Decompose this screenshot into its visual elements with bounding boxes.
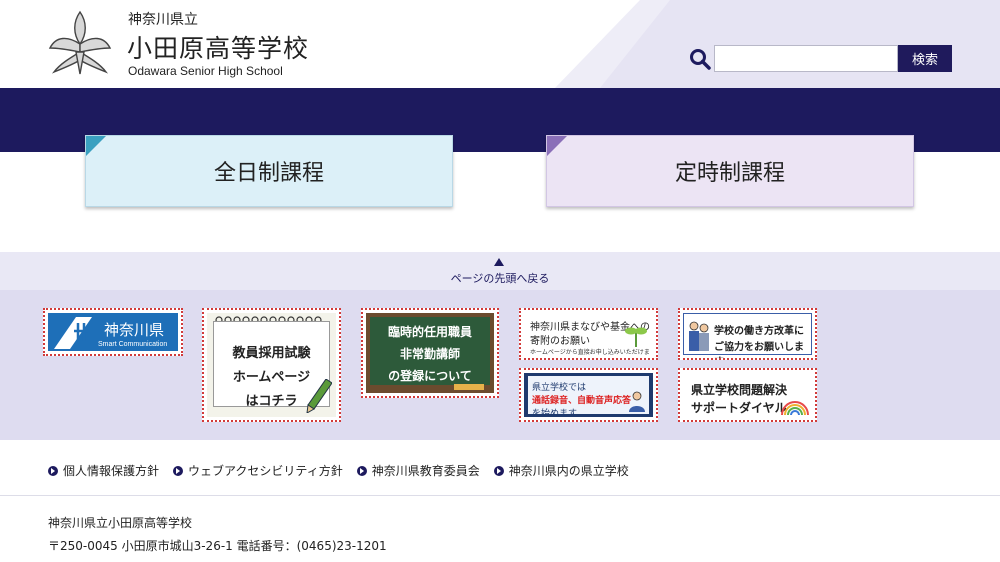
temporary-staff-banner[interactable]: 臨時的任用職員 非常勤講師 の登録について [361, 308, 499, 398]
bullet-arrow-icon [493, 465, 504, 476]
fund-line3: ホームページから直接お申し込みいただけます！ [530, 349, 650, 356]
support-line2: サポートダイヤル [691, 401, 787, 415]
board-of-education-link[interactable]: 神奈川県教育委員会 [356, 462, 480, 479]
work-line1: 学校の働き方改革に [714, 326, 804, 337]
support-dial-banner[interactable]: 県立学校問題解決 サポートダイヤル [678, 368, 817, 422]
sprout-icon [625, 327, 647, 347]
full-time-course-button[interactable]: 全日制課程 [85, 135, 453, 207]
banner-body: 神奈川県 Smart Communication [48, 313, 178, 351]
school-name[interactable]: 小田原高等学校 [127, 29, 309, 65]
chalk-line3: の登録について [388, 369, 472, 383]
footer-link-label: ウェブアクセシビリティ方針 [188, 464, 343, 478]
record-line2: 通話録音、自動音声応答 [532, 396, 632, 406]
corner-accent [86, 136, 106, 156]
call-recording-banner[interactable]: 県立学校では 通話録音、自動音声応答 を始めます [519, 368, 658, 422]
teachers-icon [689, 321, 709, 351]
teacher-banner-line1: 教員採用試験 [232, 346, 311, 361]
banner-body: 神奈川県まなびや基金への 寄附のお願い ホームページから直接お申し込みいただけま… [524, 313, 653, 356]
corner-accent [547, 136, 567, 156]
page-top-label: ページの先頭へ戻る [450, 272, 550, 285]
up-arrow-icon [494, 258, 504, 266]
page-top-link[interactable]: ページの先頭へ戻る [0, 252, 1000, 290]
banner-body: 臨時的任用職員 非常勤講師 の登録について [366, 313, 494, 393]
kanagawa-subtitle: Smart Communication [98, 341, 168, 348]
full-time-course-label: 全日制課程 [213, 161, 324, 186]
footer-link-label: 神奈川県教育委員会 [371, 464, 480, 478]
manabiya-fund-banner[interactable]: 神奈川県まなびや基金への 寄附のお願い ホームページから直接お申し込みいただけま… [519, 308, 658, 360]
search-icon [690, 49, 711, 70]
part-time-course-button[interactable]: 定時制課程 [546, 135, 914, 207]
bullet-arrow-icon [48, 465, 58, 476]
prefecture-label: 神奈川県立 [128, 12, 198, 28]
person-phone-icon [629, 391, 645, 412]
kanagawa-prefecture-banner[interactable]: 神奈川県 Smart Communication [43, 308, 183, 356]
bullet-arrow-icon [356, 465, 367, 476]
site-header: 神奈川県立 小田原高等学校 Odawara Senior High School… [0, 0, 1000, 88]
banner-body: 県立学校問題解決 サポートダイヤル [683, 373, 812, 417]
banner-panel: 県立学校では 通話録音、自動音声応答 を始めます [528, 376, 649, 419]
search-button[interactable]: 検索 [898, 45, 952, 72]
school-name-english: Odawara Senior High School [128, 64, 283, 78]
footer-divider [0, 495, 1000, 496]
banner-body: 学校の働き方改革に ご協力をお願いします [683, 313, 812, 358]
kanagawa-logo-icon [54, 317, 92, 349]
footer-links: 個人情報保護方針 ウェブアクセシビリティ方針 神奈川県教育委員会 神奈川県内の県… [48, 462, 643, 479]
prefectural-schools-link[interactable]: 神奈川県内の県立学校 [493, 462, 629, 479]
footer-link-label: 個人情報保護方針 [63, 464, 160, 478]
part-time-course-label: 定時制課程 [674, 161, 785, 186]
work-style-reform-banner[interactable]: 学校の働き方改革に ご協力をお願いします [678, 308, 817, 360]
eraser-icon [454, 384, 484, 390]
footer-link-label: 神奈川県内の県立学校 [508, 464, 629, 478]
chalk-line2: 非常勤講師 [399, 347, 460, 361]
record-line1: 県立学校では [532, 383, 587, 393]
search-input[interactable] [714, 45, 898, 72]
bullet-arrow-icon [173, 465, 184, 476]
chalkboard: 臨時的任用職員 非常勤講師 の登録について [370, 317, 490, 385]
footer-school-name: 神奈川県立小田原高等学校 [48, 516, 193, 530]
banner-body: 教員採用試験 ホームページ はコチラ [207, 313, 336, 417]
accessibility-policy-link[interactable]: ウェブアクセシビリティ方針 [173, 462, 343, 479]
school-emblem-icon[interactable] [46, 8, 114, 76]
work-line2: ご協力をお願いします [714, 342, 804, 358]
pencil-icon [306, 379, 332, 413]
privacy-policy-link[interactable]: 個人情報保護方針 [48, 462, 159, 479]
banner-body: 県立学校では 通話録音、自動音声応答 を始めます [524, 373, 653, 419]
record-line3: を始めます [532, 409, 578, 419]
footer-address: 〒250-0045 小田原市城山3-26-1 電話番号：(0465)23-120… [48, 539, 387, 553]
chalk-line1: 臨時的任用職員 [387, 325, 472, 339]
kanagawa-title: 神奈川県 [104, 321, 165, 339]
rainbow-icon [781, 401, 809, 415]
teacher-recruitment-banner[interactable]: 教員採用試験 ホームページ はコチラ [202, 308, 341, 422]
fund-line2: 寄附のお願い [530, 336, 590, 347]
support-line1: 県立学校問題解決 [691, 383, 788, 397]
banner-area: 神奈川県 Smart Communication 教員採用試験 ホームページ は… [0, 290, 1000, 440]
